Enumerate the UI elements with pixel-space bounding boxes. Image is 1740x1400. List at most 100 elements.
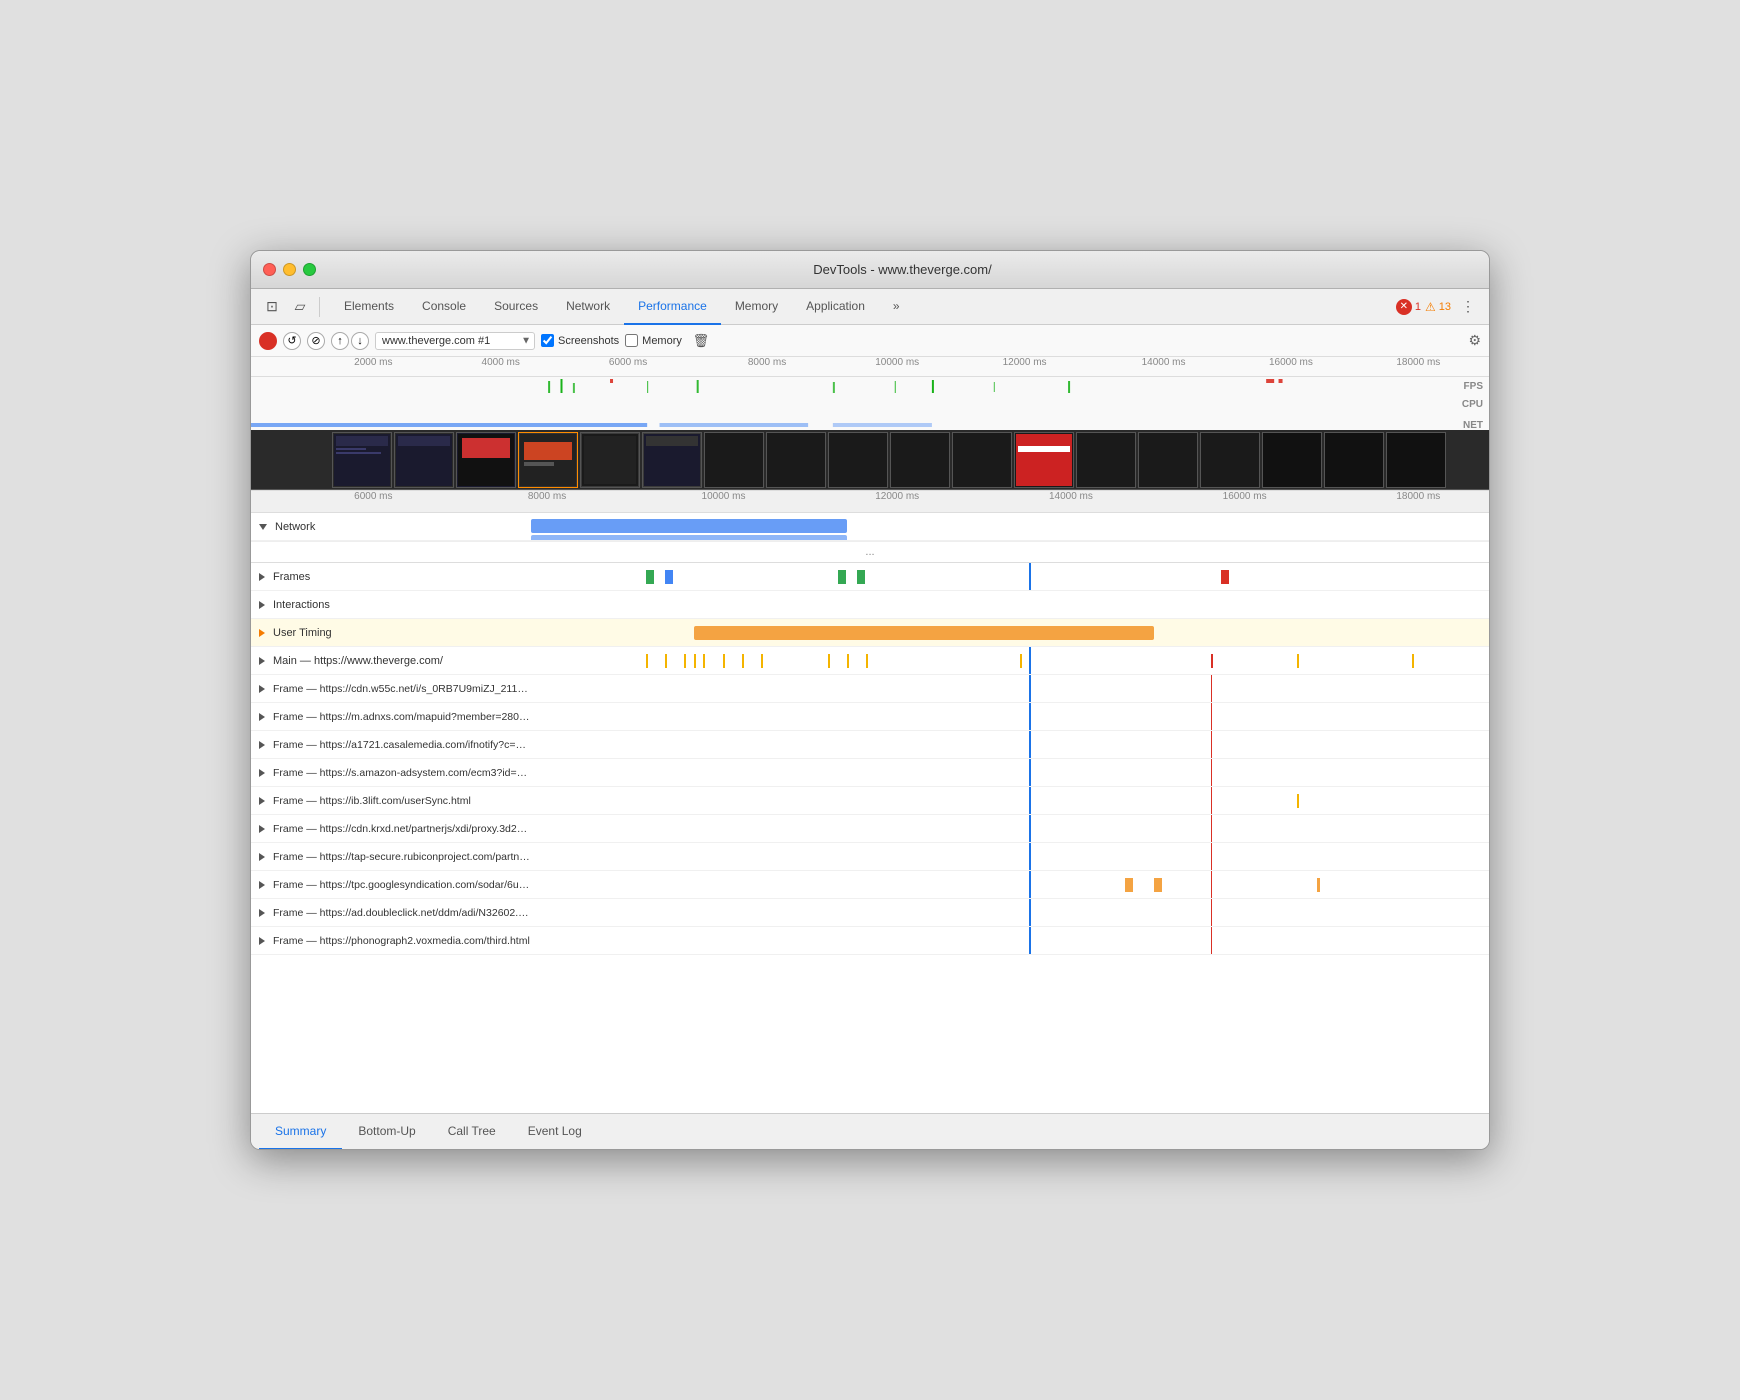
screenshots-checkbox[interactable]: Screenshots [541, 334, 619, 347]
frame-track-2[interactable]: Frame — https://a1721.casalemedia.com/if… [251, 731, 1489, 759]
screenshot-17[interactable] [1386, 432, 1446, 488]
clear-button[interactable]: ⊘ [307, 332, 325, 350]
frame-track-8[interactable]: Frame — https://ad.doubleclick.net/ddm/a… [251, 899, 1489, 927]
frame-track-9[interactable]: Frame — https://phonograph2.voxmedia.com… [251, 927, 1489, 955]
screenshot-1[interactable] [394, 432, 454, 488]
url-select[interactable]: www.theverge.com #1 [375, 332, 535, 350]
screenshot-14[interactable] [1200, 432, 1260, 488]
frame-track-1[interactable]: Frame — https://m.adnxs.com/mapuid?membe… [251, 703, 1489, 731]
screenshot-11[interactable] [1014, 432, 1074, 488]
frame-5-cursor [1029, 815, 1031, 842]
tab-bottom-up[interactable]: Bottom-Up [342, 1114, 431, 1150]
tab-event-log[interactable]: Event Log [512, 1114, 598, 1150]
screenshot-9[interactable] [890, 432, 950, 488]
screenshot-3[interactable] [518, 432, 578, 488]
minimize-button[interactable] [283, 263, 296, 276]
upload-button[interactable]: ↑ [331, 332, 349, 350]
frame-2-cursor [1029, 731, 1031, 758]
screenshots-check[interactable] [541, 334, 554, 347]
more-options-icon[interactable]: ⋮ [1455, 294, 1481, 320]
settings-icon[interactable]: ⚙ [1468, 332, 1481, 349]
screenshot-12[interactable] [1076, 432, 1136, 488]
user-timing-content [531, 619, 1489, 646]
delete-icon[interactable]: 🗑 [688, 328, 714, 354]
frame-7-cursor-red [1211, 871, 1212, 898]
interactions-track[interactable]: Interactions [251, 591, 1489, 619]
devtools-window: DevTools - www.theverge.com/ ⊡ ▱ Element… [250, 250, 1490, 1150]
ruler2-18000: 18000 ms [1396, 491, 1440, 502]
frame-5-text: Frame — https://cdn.krxd.net/partnerjs/x… [273, 823, 531, 835]
frame-2-expand [259, 741, 265, 749]
main-track[interactable]: Main — https://www.theverge.com/ [251, 647, 1489, 675]
frames-track[interactable]: Frames [251, 563, 1489, 591]
frame-track-5[interactable]: Frame — https://cdn.krxd.net/partnerjs/x… [251, 815, 1489, 843]
tab-more[interactable]: » [879, 289, 914, 325]
tab-application[interactable]: Application [792, 289, 879, 325]
tab-console[interactable]: Console [408, 289, 480, 325]
frame-track-0[interactable]: Frame — https://cdn.w55c.net/i/s_0RB7U9m… [251, 675, 1489, 703]
tracks-area[interactable]: Network ... Frames [251, 513, 1489, 1113]
error-badge: ✕ 1 [1396, 299, 1421, 315]
screenshot-8[interactable] [828, 432, 888, 488]
tick-6 [723, 654, 725, 668]
tab-memory[interactable]: Memory [721, 289, 792, 325]
tab-call-tree[interactable]: Call Tree [432, 1114, 512, 1150]
memory-checkbox[interactable]: Memory [625, 334, 682, 347]
tab-summary[interactable]: Summary [259, 1114, 342, 1150]
tab-elements[interactable]: Elements [330, 289, 408, 325]
screenshot-13[interactable] [1138, 432, 1198, 488]
tab-sources[interactable]: Sources [480, 289, 552, 325]
ruler-marks-container: 2000 ms 4000 ms 6000 ms 8000 ms 10000 ms… [331, 357, 1489, 376]
screenshot-2[interactable] [456, 432, 516, 488]
frame-track-4[interactable]: Frame — https://ib.3lift.com/userSync.ht… [251, 787, 1489, 815]
upload-buttons: ↑ ↓ [331, 332, 369, 350]
tab-performance[interactable]: Performance [624, 289, 721, 325]
close-button[interactable] [263, 263, 276, 276]
frame-7-bar-3 [1317, 878, 1320, 892]
frame-red-1 [1221, 570, 1229, 584]
user-timing-track[interactable]: User Timing [251, 619, 1489, 647]
reload-button[interactable]: ↺ [283, 332, 301, 350]
frame-track-3[interactable]: Frame — https://s.amazon-adsystem.com/ec… [251, 759, 1489, 787]
frame-6-expand [259, 853, 265, 861]
window-title: DevTools - www.theverge.com/ [328, 262, 1477, 277]
toolbar-right: ✕ 1 ⚠ 13 ⋮ [1396, 294, 1481, 320]
timeline-area: 2000 ms 4000 ms 6000 ms 8000 ms 10000 ms… [251, 357, 1489, 491]
screenshot-6[interactable] [704, 432, 764, 488]
screenshot-7[interactable] [766, 432, 826, 488]
warning-badge: ⚠ 13 [1425, 300, 1451, 314]
network-label: Network [275, 521, 315, 533]
screenshot-16[interactable] [1324, 432, 1384, 488]
frame-6-content [531, 843, 1489, 870]
frame-5-cursor-red [1211, 815, 1212, 842]
frames-expand-icon [259, 573, 265, 581]
frame-8-content [531, 899, 1489, 926]
screenshot-5[interactable] [642, 432, 702, 488]
frames-label: Frames [251, 571, 531, 583]
frame-7-bar-2 [1154, 878, 1162, 892]
frame-track-6[interactable]: Frame — https://tap-secure.rubiconprojec… [251, 843, 1489, 871]
ruler-10000: 10000 ms [875, 357, 919, 368]
record-button[interactable] [259, 332, 277, 350]
maximize-button[interactable] [303, 263, 316, 276]
main-tabs: Elements Console Sources Network Perform… [330, 289, 1394, 325]
network-bar-2 [531, 535, 847, 540]
frame-9-content [531, 927, 1489, 954]
device-icon[interactable]: ▱ [287, 294, 313, 320]
frame-track-7[interactable]: Frame — https://tpc.googlesyndication.co… [251, 871, 1489, 899]
more-dots: ... [251, 541, 1489, 562]
fps-chart [251, 377, 1489, 395]
screenshot-15[interactable] [1262, 432, 1322, 488]
memory-check[interactable] [625, 334, 638, 347]
screenshot-0[interactable] [332, 432, 392, 488]
network-header-row[interactable]: Network [251, 513, 1489, 541]
inspect-icon[interactable]: ⊡ [259, 294, 285, 320]
timeline-ruler: 2000 ms 4000 ms 6000 ms 8000 ms 10000 ms… [251, 357, 1489, 377]
tick-5 [703, 654, 705, 668]
screenshot-10[interactable] [952, 432, 1012, 488]
download-button[interactable]: ↓ [351, 332, 369, 350]
warning-count: 13 [1439, 301, 1451, 313]
frame-track-2-label: Frame — https://a1721.casalemedia.com/if… [251, 739, 531, 751]
tab-network[interactable]: Network [552, 289, 624, 325]
screenshot-4[interactable] [580, 432, 640, 488]
